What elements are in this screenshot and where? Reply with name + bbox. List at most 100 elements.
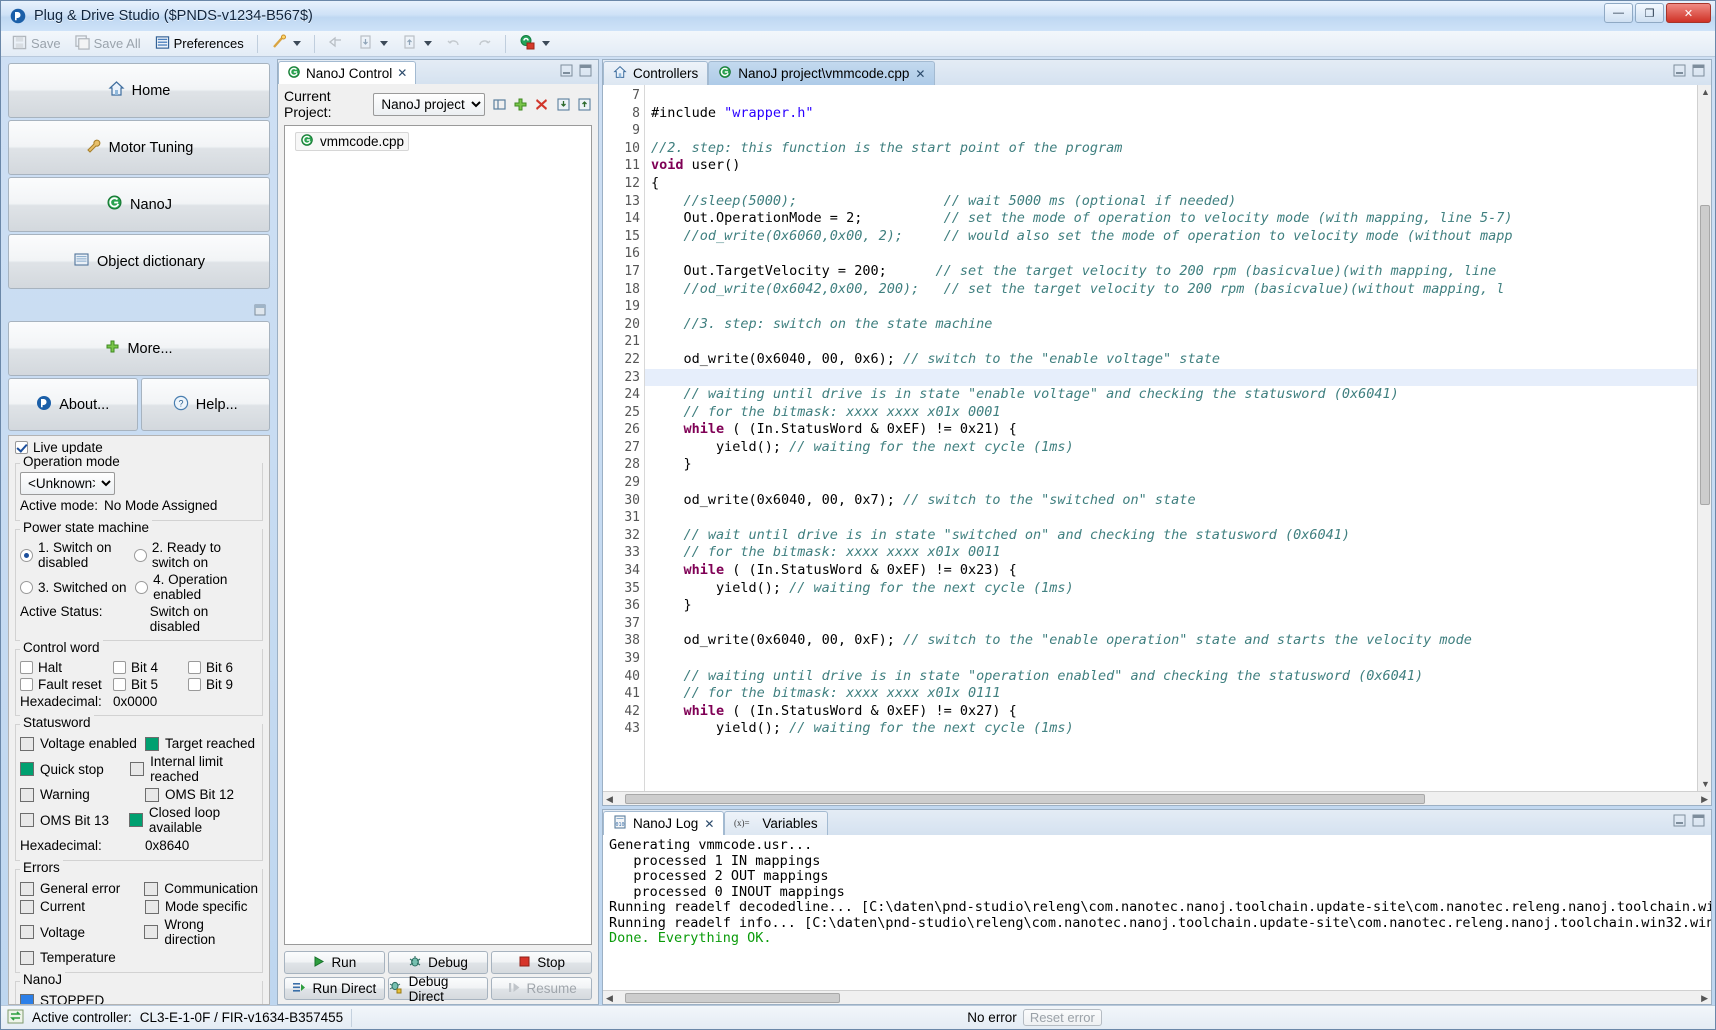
editor-vertical-scrollbar[interactable]: ▲ ▼ <box>1697 85 1711 791</box>
code-line[interactable]: #include "wrapper.h" <box>645 105 1697 123</box>
tab-variables[interactable]: (x)= Variables <box>724 811 827 835</box>
about-button[interactable]: About... <box>8 378 138 431</box>
code-line[interactable]: Out.OperationMode = 2; // set the mode o… <box>645 210 1697 228</box>
scroll-thumb[interactable] <box>1700 205 1710 505</box>
code-line[interactable]: yield(); // waiting for the next cycle (… <box>645 580 1697 598</box>
export-project-icon[interactable] <box>577 95 592 113</box>
code-line[interactable]: //od_write(0x6042,0x00, 200); // set the… <box>645 281 1697 299</box>
project-file-list[interactable]: vmmcode.cpp <box>284 125 592 945</box>
control-word-fault-reset[interactable]: Fault reset <box>20 677 113 692</box>
code-line[interactable] <box>645 298 1697 316</box>
code-line[interactable]: yield(); // waiting for the next cycle (… <box>645 439 1697 457</box>
tab-nanoj-log[interactable]: 010 NanoJ Log ✕ <box>603 811 724 835</box>
log-output[interactable]: Generating vmmcode.usr... processed 1 IN… <box>603 835 1711 990</box>
collapse-icon[interactable] <box>491 95 506 113</box>
code-line[interactable]: //2. step: this function is the start po… <box>645 140 1697 158</box>
live-update-checkbox[interactable] <box>15 441 28 454</box>
code-line[interactable] <box>645 122 1697 140</box>
export-button[interactable] <box>397 32 437 55</box>
radio-switch-on-disabled[interactable] <box>20 549 33 562</box>
minimize-button[interactable]: — <box>1604 3 1633 23</box>
scroll-right-arrow[interactable]: ▶ <box>1701 993 1708 1004</box>
bit9-checkbox[interactable] <box>188 678 201 691</box>
import-dropdown-arrow[interactable] <box>380 41 388 46</box>
control-word-bit6[interactable]: Bit 6 <box>188 660 233 675</box>
scroll-left-arrow[interactable]: ◀ <box>606 794 613 805</box>
bit4-checkbox[interactable] <box>113 661 126 674</box>
scroll-thumb[interactable] <box>625 794 1425 804</box>
code-line[interactable] <box>645 87 1697 105</box>
minimize-view-icon[interactable] <box>560 64 573 80</box>
wizard-button[interactable] <box>266 32 306 55</box>
code-line[interactable]: // waiting until drive is in state "oper… <box>645 668 1697 686</box>
run-button[interactable]: Run <box>284 951 385 974</box>
bit6-checkbox[interactable] <box>188 661 201 674</box>
code-line[interactable]: yield(); // waiting for the next cycle (… <box>645 720 1697 738</box>
resume-button[interactable]: Resume <box>491 977 592 1000</box>
code-line[interactable] <box>645 369 1697 387</box>
code-line[interactable]: Out.TargetVelocity = 200; // set the tar… <box>645 263 1697 281</box>
control-word-bit4[interactable]: Bit 4 <box>113 660 188 675</box>
code-line[interactable]: //od_write(0x6060,0x00, 2); // would als… <box>645 228 1697 246</box>
code-line[interactable]: od_write(0x6040, 00, 0x7); // switch to … <box>645 492 1697 510</box>
code-line[interactable] <box>645 474 1697 492</box>
export-dropdown-arrow[interactable] <box>424 41 432 46</box>
code-line[interactable]: od_write(0x6040, 00, 0x6); // switch to … <box>645 351 1697 369</box>
control-word-halt[interactable]: Halt <box>20 660 113 675</box>
code-line[interactable]: } <box>645 597 1697 615</box>
log-horizontal-scrollbar[interactable]: ◀ ▶ <box>603 990 1711 1004</box>
code-line[interactable]: { <box>645 175 1697 193</box>
undo-button[interactable] <box>441 32 467 55</box>
maximize-editor-icon[interactable] <box>1692 64 1705 80</box>
scroll-right-arrow[interactable]: ▶ <box>1701 794 1708 805</box>
code-line[interactable]: // waiting until drive is in state "enab… <box>645 386 1697 404</box>
connect-button[interactable] <box>514 32 555 56</box>
debug-button[interactable]: Debug <box>388 951 489 974</box>
control-word-bit9[interactable]: Bit 9 <box>188 677 233 692</box>
tab-nanoj-control[interactable]: NanoJ Control ✕ <box>278 61 416 84</box>
sidebar-item-nanoj[interactable]: NanoJ <box>8 177 270 232</box>
code-line[interactable]: while ( (In.StatusWord & 0xEF) != 0x23) … <box>645 562 1697 580</box>
delete-project-icon[interactable] <box>534 95 549 113</box>
scroll-up-arrow[interactable]: ▲ <box>1701 87 1710 97</box>
close-icon[interactable]: ✕ <box>915 67 925 81</box>
code-line[interactable] <box>645 615 1697 633</box>
power-state-option-2[interactable]: 2. Ready to switch on <box>134 540 258 570</box>
scroll-left-arrow[interactable]: ◀ <box>606 993 613 1004</box>
halt-checkbox[interactable] <box>20 661 33 674</box>
wizard-dropdown-arrow[interactable] <box>293 41 301 46</box>
sidebar-item-home[interactable]: Home <box>8 63 270 118</box>
scroll-down-arrow[interactable]: ▼ <box>1701 779 1710 789</box>
preferences-button[interactable]: Preferences <box>150 33 249 55</box>
radio-switched-on[interactable] <box>20 581 33 594</box>
fault-reset-checkbox[interactable] <box>20 678 33 691</box>
save-button[interactable]: Save <box>7 33 66 55</box>
close-icon[interactable]: ✕ <box>397 66 407 80</box>
sidebar-item-motor-tuning[interactable]: Motor Tuning <box>8 120 270 175</box>
sidebar-item-more[interactable]: More... <box>8 321 270 376</box>
radio-ready-to-switch-on[interactable] <box>134 549 147 562</box>
import-button[interactable] <box>353 32 393 55</box>
operation-mode-select[interactable]: <Unknown> <box>20 472 115 495</box>
tab-vmmcode-cpp[interactable]: NanoJ project\vmmcode.cpp ✕ <box>708 61 935 85</box>
save-all-button[interactable]: Save All <box>70 33 146 55</box>
power-state-option-3[interactable]: 3. Switched on <box>20 572 135 602</box>
code-line[interactable]: // for the bitmask: xxxx xxxx x01x 0001 <box>645 404 1697 422</box>
list-item[interactable]: vmmcode.cpp <box>295 132 409 151</box>
power-state-option-1[interactable]: 1. Switch on disabled <box>20 540 134 570</box>
maximize-view-icon[interactable] <box>579 64 592 80</box>
connect-dropdown-arrow[interactable] <box>542 41 550 46</box>
code-line[interactable]: // for the bitmask: xxxx xxxx x01x 0111 <box>645 685 1697 703</box>
code-line[interactable]: void user() <box>645 157 1697 175</box>
code-line[interactable]: } <box>645 456 1697 474</box>
close-button[interactable]: ✕ <box>1666 3 1711 23</box>
live-update-row[interactable]: Live update <box>15 440 263 455</box>
maximize-button[interactable]: ❐ <box>1635 3 1664 23</box>
code-line[interactable] <box>645 245 1697 263</box>
debug-direct-button[interactable]: Debug Direct <box>388 977 489 1000</box>
power-state-option-4[interactable]: 4. Operation enabled <box>135 572 258 602</box>
code-line[interactable]: // wait until drive is in state "switche… <box>645 527 1697 545</box>
current-project-select[interactable]: NanoJ project <box>373 93 485 116</box>
code-line[interactable]: while ( (In.StatusWord & 0xEF) != 0x27) … <box>645 703 1697 721</box>
redo-button[interactable] <box>471 32 497 55</box>
